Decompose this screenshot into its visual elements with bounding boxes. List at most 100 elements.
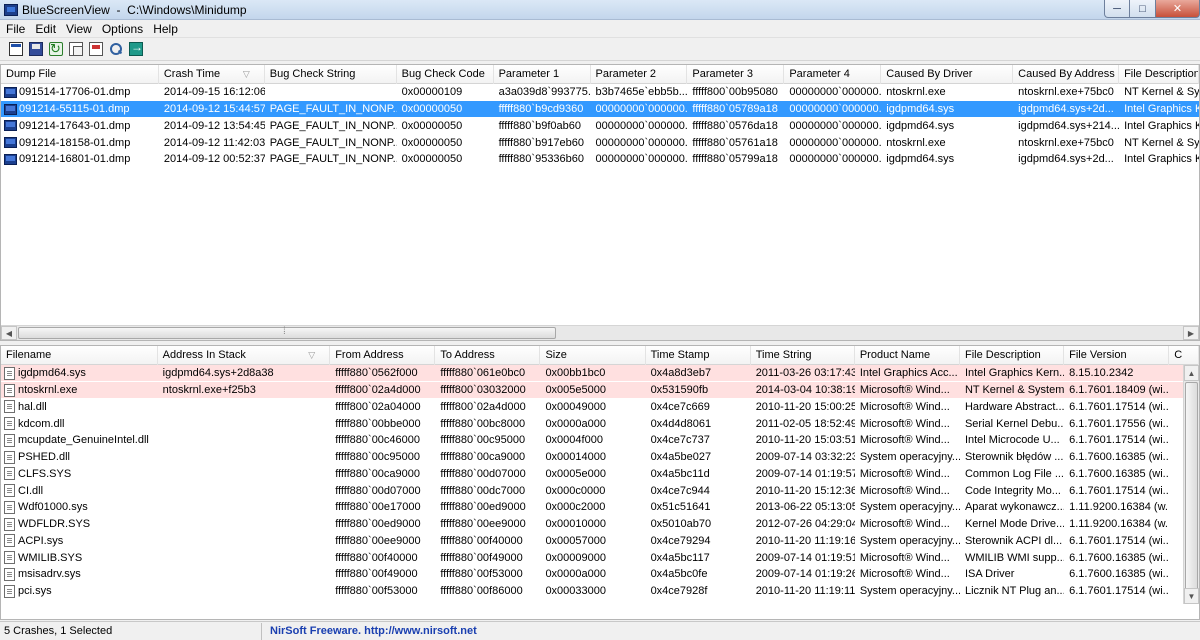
maximize-button[interactable]: □ [1130, 0, 1156, 18]
cell-parameter-4: 00000000`000000... [784, 101, 882, 118]
cell-time-stamp: 0x4a5bc117 [650, 551, 710, 564]
scroll-thumb[interactable] [18, 326, 556, 339]
scroll-up-icon[interactable]: ▲ [1184, 365, 1199, 381]
column-header-caused-by-driver[interactable]: Caused By Driver [881, 65, 1014, 84]
column-header-product-name[interactable]: Product Name [855, 346, 960, 365]
save-icon [29, 42, 43, 56]
minimize-button[interactable]: ─ [1104, 0, 1130, 18]
table-row[interactable]: 091214-17643-01.dmp 2014-09-12 13:54:45 PA… [1, 118, 1199, 135]
table-row[interactable]: ntoskrnl.exe ntoskrnl.exe+f25b3 fffff800`0… [1, 382, 1199, 399]
column-header-parameter-2[interactable]: Parameter 2 [591, 65, 688, 84]
save-button[interactable] [26, 40, 46, 58]
table-row[interactable]: mcupdate_GenuineIntel.dll fffff880`00c460… [1, 432, 1199, 449]
table-row[interactable]: igdpmd64.sys igdpmd64.sys+2d8a38 fffff880`… [1, 365, 1199, 382]
scroll-down-icon[interactable]: ▼ [1184, 588, 1199, 604]
table-row[interactable]: ACPI.sys fffff880`00ee9000 fffff880`00f400… [1, 533, 1199, 550]
cell-to-address: fffff880`00d07000 [440, 467, 526, 480]
table-row[interactable]: 091214-18158-01.dmp 2014-09-12 11:42:03 PA… [1, 134, 1199, 151]
menu-help[interactable]: Help [148, 22, 183, 36]
cell-address-in-stack [158, 399, 331, 415]
column-header-c[interactable]: C [1169, 346, 1199, 365]
column-header-crash-time[interactable]: Crash Time ▽ [159, 65, 265, 84]
cell-parameter-2: 00000000`000000... [595, 153, 688, 166]
column-header-bug-check-string[interactable]: Bug Check String [265, 65, 397, 84]
exit-icon [129, 40, 143, 56]
column-header-size[interactable]: Size [540, 346, 646, 365]
close-button[interactable]: ✕ [1156, 0, 1200, 18]
column-header-file-version[interactable]: File Version [1064, 346, 1170, 365]
column-header-file-description[interactable]: File Description [960, 346, 1065, 365]
cell-text: 091214-16801-01.dmp [19, 153, 131, 166]
cell-size: 0x000c0000 [545, 484, 606, 497]
sort-arrow-icon: ▽ [308, 350, 316, 360]
refresh-button[interactable] [46, 40, 66, 58]
cell-time-stamp: 0x4ce7928f [650, 585, 708, 598]
cell-product-name: Microsoft® Wind... [859, 551, 950, 564]
table-row[interactable]: pci.sys fffff880`00f53000 fffff880`00f8600… [1, 583, 1199, 600]
cell-to-address: fffff800`03032000 [435, 382, 541, 399]
menu-file[interactable]: File [1, 22, 30, 36]
cell-product-name: Microsoft® Wind... [859, 484, 950, 497]
column-header-time-stamp[interactable]: Time Stamp [646, 346, 751, 365]
table-row[interactable]: CLFS.SYS fffff880`00ca9000 fffff880`00d070… [1, 466, 1199, 483]
nirsoft-link[interactable]: NirSoft Freeware. http://www.nirsoft.net [262, 625, 477, 637]
cell-file-version: 6.1.7601.17514 (wi... [1069, 534, 1170, 547]
find-button[interactable] [106, 40, 126, 58]
table-row[interactable]: hal.dll fffff800`02a04000 fffff800`02a4d00… [1, 399, 1199, 416]
html-report-button[interactable] [86, 40, 106, 58]
column-header-parameter-4[interactable]: Parameter 4 [784, 65, 882, 84]
table-row[interactable]: WDFLDR.SYS fffff880`00ed9000 fffff880`00ee… [1, 516, 1199, 533]
column-header-from-address[interactable]: From Address [330, 346, 436, 365]
cell-product-name: Microsoft® Wind... [859, 467, 950, 480]
cell-time-string: 2010-11-20 11:19:11 [755, 585, 855, 598]
table-row[interactable]: msisadrv.sys fffff880`00f49000 fffff880`00… [1, 566, 1199, 583]
driver-file-icon [4, 400, 15, 414]
cell-parameter-3: fffff800`00b95080 [692, 86, 778, 99]
column-header-address-in-stack[interactable]: Address In Stack ▽ [158, 346, 331, 365]
cell-parameter-4: 00000000`000000... [789, 136, 882, 149]
table-row[interactable]: 091214-16801-01.dmp 2014-09-12 00:52:37 PA… [1, 151, 1199, 168]
table-row[interactable]: 091514-17706-01.dmp 2014-09-15 16:12:06 0x… [1, 84, 1199, 101]
cell-bug-check-code: 0x00000050 [401, 119, 463, 132]
table-row[interactable]: PSHED.dll fffff880`00c95000 fffff880`00ca9… [1, 449, 1199, 466]
column-header-caused-by-address[interactable]: Caused By Address [1013, 65, 1120, 84]
menu-options[interactable]: Options [97, 22, 148, 36]
cell-caused-by-driver: igdpmd64.sys [886, 119, 955, 132]
column-header-parameter-1[interactable]: Parameter 1 [494, 65, 591, 84]
exit-button[interactable] [126, 40, 146, 58]
cell-text: pci.sys [18, 585, 52, 598]
driver-file-icon [4, 517, 15, 531]
crash-list-horizontal-scrollbar[interactable]: ◀ ▶ [1, 325, 1199, 340]
column-header-filename[interactable]: Filename [1, 346, 158, 365]
column-header-time-string[interactable]: Time String [751, 346, 855, 365]
menu-view[interactable]: View [61, 22, 97, 36]
scroll-right-icon[interactable]: ▶ [1183, 326, 1199, 340]
cell-time-stamp: 0x4ce7c669 [650, 400, 710, 413]
cell-size: 0x00bb1bc0 [540, 365, 646, 382]
driver-file-icon [4, 383, 15, 397]
menu-edit[interactable]: Edit [30, 22, 61, 36]
column-header-parameter-3[interactable]: Parameter 3 [687, 65, 785, 84]
cell-size: 0x00010000 [545, 518, 606, 531]
copy-button[interactable] [66, 40, 86, 58]
crash-list[interactable]: Dump File Crash Time ▽ Bug Check String Bug … [0, 64, 1200, 341]
cell-to-address: fffff800`02a4d000 [440, 400, 526, 413]
column-header-file-description[interactable]: File Description [1119, 65, 1199, 84]
cell-address-in-stack [158, 432, 331, 448]
column-header-bug-check-code[interactable]: Bug Check Code [397, 65, 494, 84]
column-header-to-address[interactable]: To Address [435, 346, 541, 365]
table-row[interactable]: WMILIB.SYS fffff880`00f40000 fffff880`00f4… [1, 549, 1199, 566]
table-row[interactable]: kdcom.dll fffff880`00bbe000 fffff880`00bc8… [1, 415, 1199, 432]
driver-list-vertical-scrollbar[interactable]: ▲ ▼ [1183, 365, 1199, 604]
driver-list[interactable]: Filename Address In Stack ▽ From Address To … [0, 345, 1200, 620]
cell-file-version: 6.1.7601.18409 (wi... [1064, 382, 1170, 399]
column-header-dump-file[interactable]: Dump File [1, 65, 159, 84]
cell-product-name: Intel Graphics Acc... [854, 365, 960, 382]
properties-button[interactable] [6, 40, 26, 58]
cell-filename: ACPI.sys [1, 533, 158, 549]
table-row[interactable]: CI.dll fffff880`00d07000 fffff880`00dc7000… [1, 482, 1199, 499]
scroll-thumb[interactable] [1185, 382, 1198, 592]
table-row[interactable]: 091214-55115-01.dmp 2014-09-12 15:44:57 PA… [1, 101, 1199, 118]
scroll-left-icon[interactable]: ◀ [1, 326, 17, 340]
table-row[interactable]: Wdf01000.sys fffff880`00e17000 fffff880`00… [1, 499, 1199, 516]
